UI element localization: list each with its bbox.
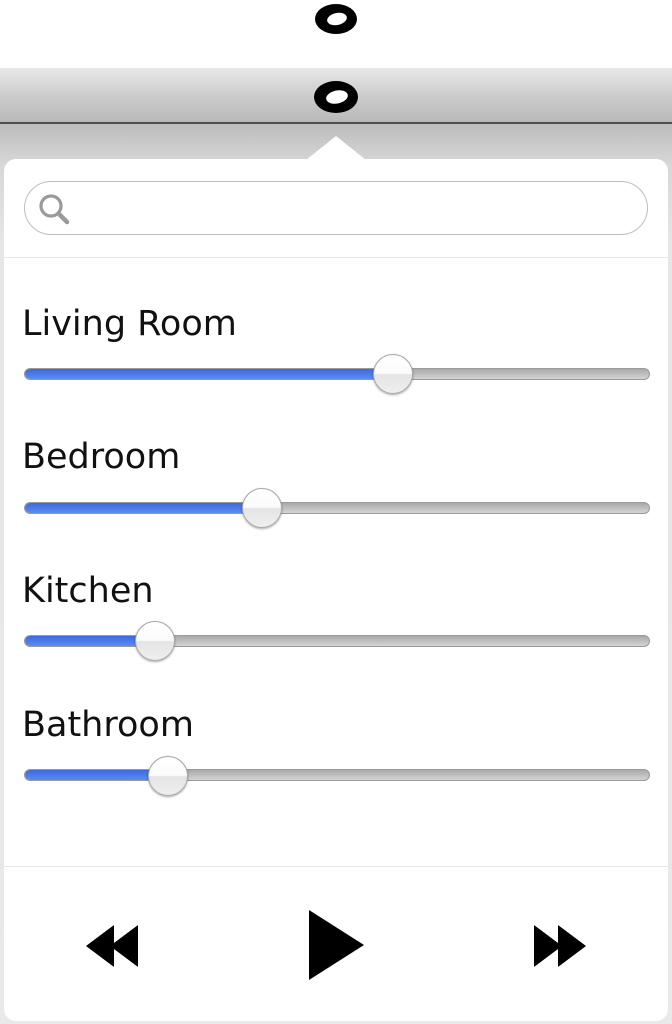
- divider-bottom: [4, 866, 668, 867]
- slider-knob-bathroom[interactable]: [147, 756, 188, 796]
- slider-fill-living-room: [25, 369, 394, 379]
- rewind-icon[interactable]: [84, 905, 142, 985]
- divider-top: [4, 257, 668, 258]
- search-icon: [39, 194, 70, 225]
- slider-track-living-room[interactable]: [24, 368, 650, 380]
- slider-fill-bedroom: [25, 503, 263, 513]
- room-label-bedroom: Bedroom: [22, 437, 181, 477]
- room-label-living-room: Living Room: [22, 304, 237, 344]
- menubar-status-icon[interactable]: [312, 78, 360, 116]
- slider-knob-bedroom[interactable]: [241, 488, 282, 528]
- search-input[interactable]: [80, 186, 630, 230]
- slider-track-kitchen[interactable]: [24, 635, 650, 647]
- room-label-bathroom: Bathroom: [22, 705, 194, 745]
- fast-forward-icon[interactable]: [530, 905, 588, 985]
- slider-track-bathroom[interactable]: [24, 769, 650, 781]
- play-icon[interactable]: [304, 905, 368, 985]
- slider-fill-bathroom: [25, 770, 169, 780]
- room-label-kitchen: Kitchen: [22, 571, 154, 611]
- app-logo-icon: [315, 4, 357, 34]
- slider-track-bedroom[interactable]: [24, 502, 650, 514]
